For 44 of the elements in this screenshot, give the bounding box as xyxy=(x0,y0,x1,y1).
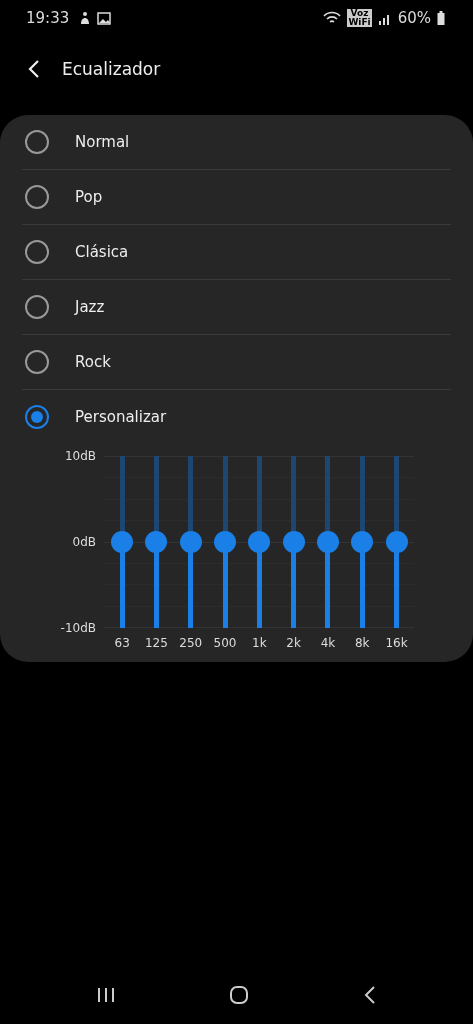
radio-button[interactable] xyxy=(25,405,49,429)
band-slider[interactable] xyxy=(282,456,305,628)
frequency-label: 125 xyxy=(144,636,169,650)
radio-button[interactable] xyxy=(25,350,49,374)
screen-title: Ecualizador xyxy=(62,59,161,79)
home-icon[interactable] xyxy=(229,985,250,1005)
recent-apps-icon[interactable] xyxy=(97,987,116,1003)
scale-label: 0dB xyxy=(71,535,96,549)
wifi-icon xyxy=(323,11,342,25)
frequency-label: 250 xyxy=(178,636,204,650)
preset-label[interactable]: Jazz xyxy=(75,298,105,316)
band-slider[interactable] xyxy=(111,456,134,628)
frequency-label: 63 xyxy=(113,636,131,650)
band-slider[interactable] xyxy=(248,456,271,628)
band-slider[interactable] xyxy=(316,456,339,628)
preset-label[interactable]: Pop xyxy=(75,188,103,206)
band-slider[interactable] xyxy=(351,456,374,628)
band-slider[interactable] xyxy=(145,456,168,628)
scale-label: -10dB xyxy=(60,621,96,635)
radio-button[interactable] xyxy=(25,130,49,154)
battery-percentage: 60% xyxy=(397,9,431,27)
frequency-label: 4k xyxy=(319,636,337,650)
notification-icon xyxy=(79,11,92,25)
frequency-label: 8k xyxy=(353,636,371,650)
radio-button[interactable] xyxy=(25,185,49,209)
frequency-label: 500 xyxy=(212,636,238,650)
frequency-label: 2k xyxy=(285,636,302,650)
image-icon xyxy=(97,11,112,25)
radio-button[interactable] xyxy=(25,295,49,319)
preset-label[interactable]: Rock xyxy=(75,353,111,371)
preset-label[interactable]: Normal xyxy=(75,133,130,151)
status-time: 19:33 xyxy=(26,9,70,27)
band-slider[interactable] xyxy=(385,456,408,628)
frequency-label: 16k xyxy=(384,636,409,650)
band-slider[interactable] xyxy=(214,456,237,628)
frequency-label: 1k xyxy=(251,636,268,650)
band-slider[interactable] xyxy=(179,456,202,628)
back-icon[interactable] xyxy=(363,986,376,1004)
battery-icon xyxy=(437,11,445,25)
radio-button[interactable] xyxy=(25,240,49,264)
wifi-calling-badge: Voz WiFi xyxy=(347,9,372,27)
preset-label[interactable]: Clásica xyxy=(75,243,129,261)
scale-label: 10dB xyxy=(63,449,96,463)
preset-label[interactable]: Personalizar xyxy=(75,408,167,426)
